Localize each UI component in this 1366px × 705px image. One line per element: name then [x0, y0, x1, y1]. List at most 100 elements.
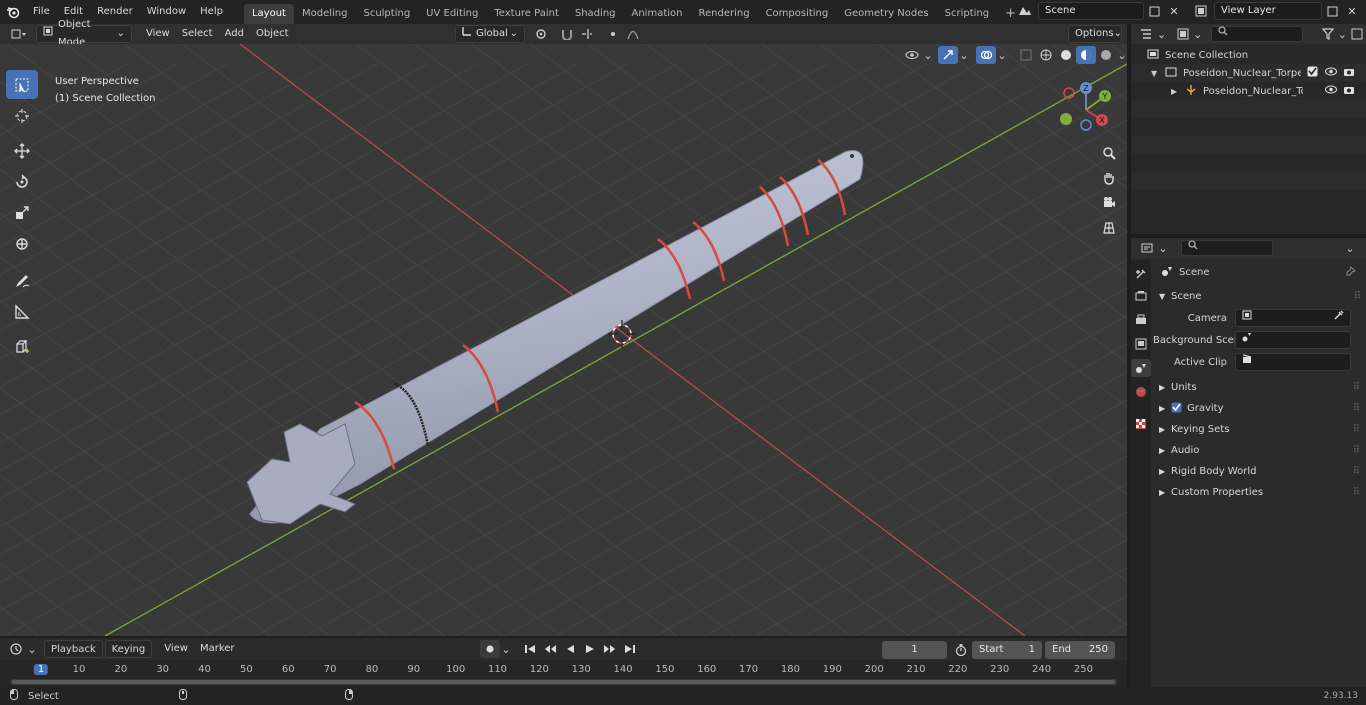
expand-arrow-icon[interactable]: ▶ — [1171, 87, 1181, 96]
menu-select[interactable]: Select — [176, 25, 219, 43]
drag-handle-icon[interactable]: ⠿ — [1353, 424, 1360, 435]
properties-editor-icon[interactable] — [1137, 239, 1157, 257]
select-box-tool[interactable] — [6, 70, 38, 99]
snap-icon[interactable] — [557, 25, 577, 43]
record-icon[interactable] — [480, 640, 500, 658]
chevron-down-icon[interactable]: ⌄ — [26, 640, 38, 658]
options-dropdown[interactable]: Options ⌄ — [1068, 25, 1122, 43]
display-mode-icon[interactable] — [1173, 25, 1192, 43]
add-cube-tool[interactable] — [6, 332, 38, 361]
eye-icon[interactable] — [1325, 67, 1337, 79]
timeline-editor-icon[interactable] — [6, 640, 26, 658]
tab-scripting[interactable]: Scripting — [937, 4, 997, 24]
chevron-down-icon[interactable]: ⌄ — [996, 46, 1008, 64]
scene-icon[interactable] — [1012, 2, 1038, 20]
render-tab-icon[interactable] — [1131, 287, 1151, 305]
object-mode-dropdown[interactable]: Object Mode ⌄ — [36, 19, 132, 48]
world-tab-icon[interactable] — [1131, 383, 1151, 401]
tab-geometry-nodes[interactable]: Geometry Nodes — [836, 4, 936, 24]
pin-icon[interactable] — [1346, 265, 1356, 279]
camera-render-icon[interactable] — [1343, 85, 1355, 98]
navigation-gizmo[interactable]: Z Y X — [1055, 80, 1115, 138]
chevron-down-icon[interactable]: ⌄ — [1338, 25, 1347, 43]
view-layer-tab-icon[interactable] — [1131, 335, 1151, 353]
marker-menu[interactable]: Marker — [194, 640, 241, 658]
keying-menu[interactable]: Keying — [104, 640, 153, 658]
tab-uv-editing[interactable]: UV Editing — [418, 4, 486, 24]
timeline-view-menu[interactable]: View — [158, 640, 194, 658]
expand-arrow-icon[interactable]: ▼ — [1151, 69, 1161, 78]
xray-toggle-icon[interactable] — [1016, 46, 1036, 64]
tab-animation[interactable]: Animation — [624, 4, 691, 24]
background-scene-field[interactable] — [1235, 331, 1351, 349]
gravity-checkbox-icon[interactable] — [1171, 402, 1182, 416]
next-keyframe-icon[interactable] — [600, 640, 620, 658]
menu-view[interactable]: View — [140, 25, 176, 43]
camera-view-icon[interactable] — [1097, 191, 1121, 215]
timeline-scrollbar[interactable] — [10, 679, 1117, 685]
view-layer-field[interactable]: View Layer — [1214, 2, 1322, 20]
custom-properties-panel[interactable]: ▶ Custom Properties ⠿ — [1153, 482, 1366, 503]
drag-handle-icon[interactable]: ⠿ — [1353, 466, 1360, 477]
material-shading-icon[interactable] — [1076, 46, 1096, 64]
annotate-tool[interactable] — [6, 266, 38, 295]
drag-handle-icon[interactable]: ⠿ — [1353, 487, 1360, 498]
end-frame-field[interactable]: End 250 — [1045, 641, 1115, 659]
tab-rendering[interactable]: Rendering — [690, 4, 757, 24]
measure-tool[interactable] — [6, 297, 38, 326]
audio-panel[interactable]: ▶ Audio ⠿ — [1153, 440, 1366, 461]
scale-tool[interactable] — [6, 198, 38, 227]
drag-handle-icon[interactable]: ⠿ — [1353, 445, 1360, 456]
jump-end-icon[interactable] — [620, 640, 640, 658]
new-collection-icon[interactable] — [1347, 25, 1366, 43]
neg-z-axis-icon[interactable] — [1080, 119, 1092, 131]
tab-sculpting[interactable]: Sculpting — [355, 4, 418, 24]
zoom-icon[interactable] — [1097, 141, 1121, 165]
blender-logo-icon[interactable] — [0, 3, 26, 21]
drag-handle-icon[interactable]: ⠿ — [1353, 382, 1360, 393]
solid-shading-icon[interactable] — [1056, 46, 1076, 64]
scene-name-field[interactable]: Scene — [1038, 2, 1144, 20]
move-tool[interactable] — [6, 136, 38, 165]
proportional-edit-icon[interactable] — [603, 25, 623, 43]
rotate-tool[interactable] — [6, 167, 38, 196]
chevron-down-icon[interactable]: ⌄ — [1116, 46, 1128, 64]
timeline-ruler[interactable]: 1 10 20 30 40 50 60 70 80 90 100 110 120 130 140 150 160… — [0, 660, 1127, 687]
gizmo-toggle-icon[interactable] — [938, 46, 958, 64]
chevron-down-icon[interactable]: ⌄ — [1340, 239, 1360, 257]
neg-y-axis-icon[interactable] — [1060, 113, 1072, 125]
outliner-search-input[interactable] — [1211, 26, 1303, 42]
chevron-down-icon[interactable]: ⌄ — [1156, 25, 1167, 43]
start-frame-field[interactable]: Start 1 — [972, 641, 1042, 659]
rendered-shading-icon[interactable] — [1096, 46, 1116, 64]
drag-handle-icon[interactable]: ⠿ — [1354, 291, 1361, 302]
overlays-toggle-icon[interactable] — [976, 46, 996, 64]
delete-scene-icon[interactable]: ✕ — [1164, 2, 1184, 20]
scene-panel-header[interactable]: ▼ Scene ⠿ — [1153, 286, 1366, 307]
outliner-row-scene-collection[interactable]: Scene Collection — [1131, 46, 1366, 64]
play-icon[interactable] — [580, 640, 600, 658]
menu-file[interactable]: File — [26, 0, 57, 24]
wireframe-shading-icon[interactable] — [1036, 46, 1056, 64]
units-panel[interactable]: ▶ Units ⠿ — [1153, 377, 1366, 398]
output-tab-icon[interactable] — [1131, 311, 1151, 329]
tab-modeling[interactable]: Modeling — [294, 4, 356, 24]
menu-add[interactable]: Add — [219, 25, 250, 43]
playback-menu[interactable]: Playback — [44, 640, 103, 658]
tab-compositing[interactable]: Compositing — [758, 4, 837, 24]
texture-tab-icon[interactable] — [1131, 415, 1151, 433]
jump-start-icon[interactable] — [520, 640, 540, 658]
3d-viewport[interactable]: User Perspective (1) Scene Collection — [0, 44, 1127, 636]
perspective-toggle-icon[interactable] — [1097, 216, 1121, 240]
outliner-row-object[interactable]: ▶ Poseidon_Nuclear_Torpec — [1131, 82, 1366, 100]
tab-layout[interactable]: Layout — [243, 3, 294, 24]
new-view-layer-icon[interactable] — [1322, 2, 1342, 20]
outliner-row-collection[interactable]: ▼ Poseidon_Nuclear_Torpedoes_ — [1131, 64, 1366, 82]
new-scene-icon[interactable] — [1144, 2, 1164, 20]
drag-handle-icon[interactable]: ⠿ — [1353, 403, 1360, 414]
eye-icon[interactable] — [1325, 85, 1337, 97]
cursor-tool[interactable] — [6, 101, 38, 130]
properties-search-input[interactable] — [1181, 240, 1273, 256]
tool-settings-tab-icon[interactable] — [1131, 265, 1151, 283]
neg-x-axis-icon[interactable] — [1063, 87, 1075, 99]
